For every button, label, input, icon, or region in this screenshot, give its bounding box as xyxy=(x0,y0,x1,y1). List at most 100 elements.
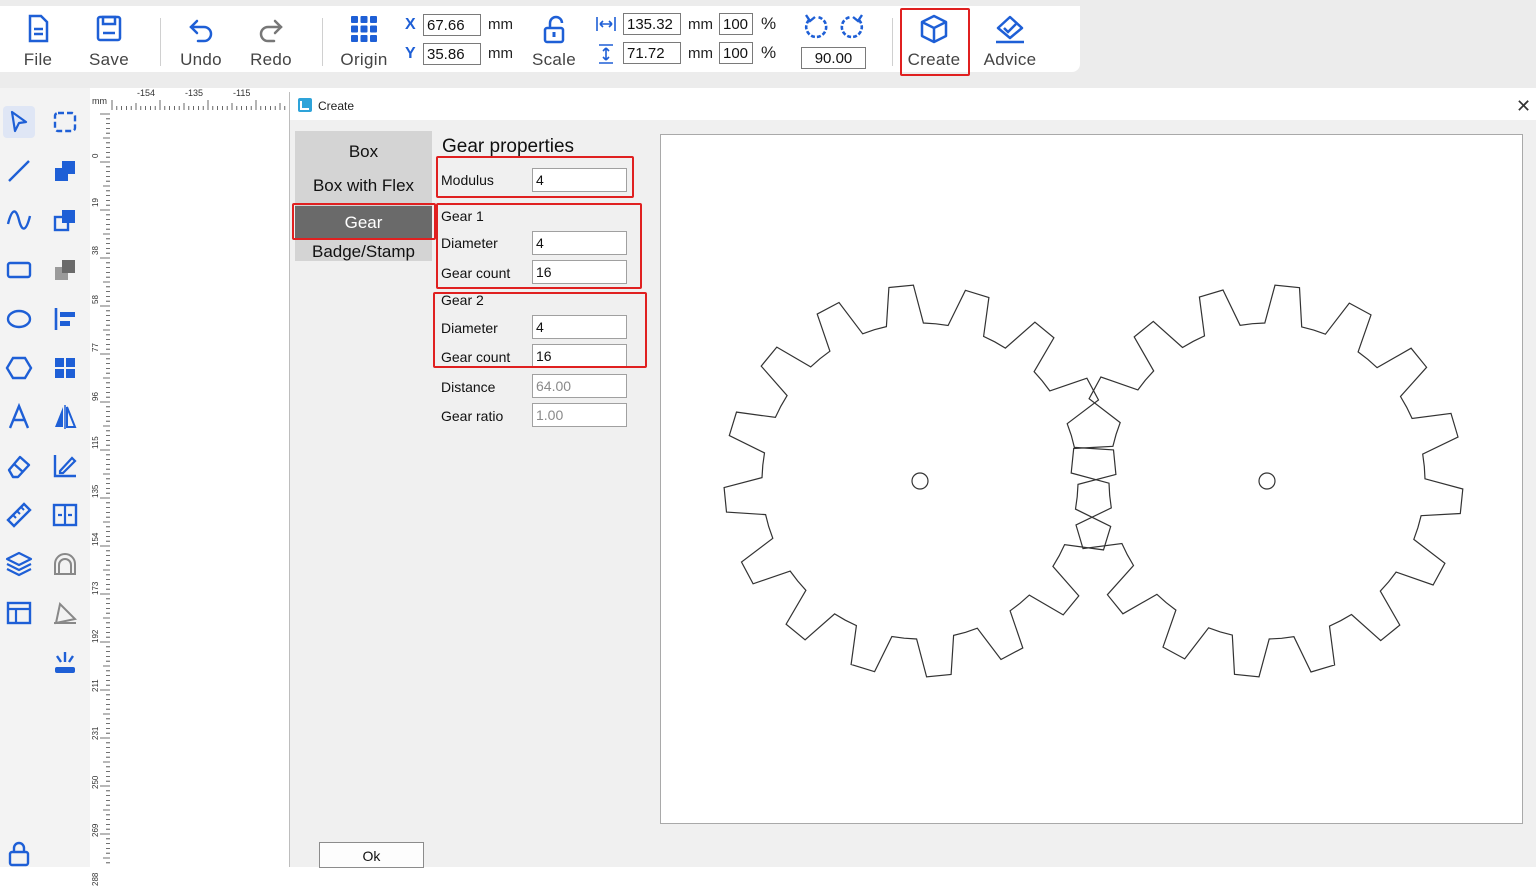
width-unit: mm xyxy=(688,16,713,33)
union-icon xyxy=(55,161,75,181)
ruler-left-label: 288 xyxy=(91,872,100,886)
file-icon xyxy=(28,14,49,43)
laser-tool[interactable] xyxy=(49,646,81,678)
ruler-top-label: -154 xyxy=(137,88,156,98)
ruler-left-label: 96 xyxy=(91,391,100,401)
advice-button[interactable]: Advice xyxy=(978,12,1042,72)
menu-item-badge-stamp[interactable]: Badge/Stamp xyxy=(295,242,432,262)
ruler-left-label: 115 xyxy=(91,436,100,449)
ruler-left-label: 269 xyxy=(91,823,100,837)
y-position-input[interactable]: 35.86 xyxy=(423,43,481,65)
lock-tool[interactable] xyxy=(3,837,35,869)
grid-icon xyxy=(55,358,75,378)
x-unit: mm xyxy=(488,16,513,33)
array-tool[interactable] xyxy=(49,499,81,531)
save-button[interactable]: Save xyxy=(77,12,141,72)
dialog-title: Create xyxy=(318,99,355,113)
toolbar-divider xyxy=(160,18,161,66)
toolbar-divider xyxy=(322,18,323,66)
ellipse-icon xyxy=(6,309,32,329)
arrange-tool[interactable] xyxy=(49,352,81,384)
offset-tool[interactable] xyxy=(49,548,81,580)
close-icon[interactable]: ✕ xyxy=(1516,96,1531,117)
file-label: File xyxy=(23,50,53,69)
undo-button[interactable]: Undo xyxy=(169,12,233,72)
intersect-tool[interactable] xyxy=(49,254,81,286)
text-icon xyxy=(8,402,30,429)
menu-item-box-with-flex[interactable]: Box with Flex xyxy=(295,176,432,196)
rotate-cw-icon[interactable] xyxy=(837,12,867,42)
text-tool[interactable] xyxy=(3,401,35,433)
rectangle-tool[interactable] xyxy=(3,254,35,286)
width-percent-sign: % xyxy=(761,14,777,33)
draw-tool[interactable] xyxy=(49,597,81,629)
node-edit-tool[interactable] xyxy=(49,106,81,138)
create-dialog: Create ✕ Box Box with Flex Gear Badge/St… xyxy=(289,92,1536,868)
ruler-left-label: 173 xyxy=(91,581,100,595)
rotation-input[interactable]: 90.00 xyxy=(801,47,866,69)
y-label: Y xyxy=(405,45,416,62)
eraser-tool[interactable] xyxy=(3,450,35,482)
mirror-icon xyxy=(55,405,77,429)
origin-button[interactable]: Origin xyxy=(332,12,396,72)
save-label: Save xyxy=(89,50,129,69)
ruler-left-label: 19 xyxy=(91,197,100,207)
menu-item-box[interactable]: Box xyxy=(295,142,432,162)
left-tool-panel xyxy=(0,88,90,867)
pointer-icon xyxy=(10,110,28,133)
layout-icon xyxy=(6,601,32,625)
width-percent-input[interactable]: 100 xyxy=(719,13,753,35)
select-tool[interactable] xyxy=(3,106,35,138)
dashed-rect-icon xyxy=(53,111,77,133)
align-left-icon xyxy=(54,308,75,330)
app-icon xyxy=(298,98,312,112)
ruler-unit: mm xyxy=(92,96,107,106)
ellipse-tool[interactable] xyxy=(3,303,35,335)
height-input[interactable]: 71.72 xyxy=(623,42,681,64)
ruler-left-label: 58 xyxy=(91,294,100,304)
gear-1-center-hole xyxy=(911,472,929,490)
line-icon xyxy=(8,160,30,182)
y-unit: mm xyxy=(488,45,513,62)
scale-lock-button[interactable]: Scale xyxy=(522,12,586,72)
curve-icon xyxy=(6,210,32,230)
gear-ratio-label: Gear ratio xyxy=(441,408,504,424)
toolbar-divider xyxy=(892,18,893,66)
distance-label: Distance xyxy=(441,379,496,395)
width-input[interactable]: 135.32 xyxy=(623,13,681,35)
redo-button[interactable]: Redo xyxy=(239,12,303,72)
height-percent-input[interactable]: 100 xyxy=(719,42,753,64)
polygon-tool[interactable] xyxy=(3,352,35,384)
curve-tool[interactable] xyxy=(3,204,35,236)
line-tool[interactable] xyxy=(3,155,35,187)
gear-properties-title: Gear properties xyxy=(442,136,575,157)
rotate-ccw-icon[interactable] xyxy=(801,12,831,42)
edit-path-tool[interactable] xyxy=(49,450,81,482)
layers-tool[interactable] xyxy=(3,548,35,580)
subtract-tool[interactable] xyxy=(49,204,81,236)
offset-icon xyxy=(54,553,76,575)
mirror-tool[interactable] xyxy=(49,401,81,433)
x-label: X xyxy=(405,16,416,33)
ok-button[interactable]: Ok xyxy=(319,842,424,868)
file-button[interactable]: File xyxy=(6,12,70,72)
lock-icon xyxy=(543,15,565,44)
undo-icon xyxy=(189,19,213,43)
gear2-highlight xyxy=(433,292,647,368)
save-icon xyxy=(96,15,122,42)
shape-menu: Box Box with Flex Gear Badge/Stamp xyxy=(295,131,432,261)
array-icon xyxy=(52,503,78,527)
measure-tool[interactable] xyxy=(3,499,35,531)
ruler-left-label: 250 xyxy=(91,775,100,789)
laser-icon xyxy=(55,652,75,673)
hexagon-icon xyxy=(5,356,33,380)
template-tool[interactable] xyxy=(3,597,35,629)
union-tool[interactable] xyxy=(49,155,81,187)
align-tool[interactable] xyxy=(49,303,81,335)
rectangle-icon xyxy=(6,261,32,279)
advice-icon xyxy=(996,15,1024,44)
dialog-titlebar: Create ✕ xyxy=(290,92,1536,120)
distance-input: 64.00 xyxy=(532,374,627,398)
modulus-highlight xyxy=(436,156,634,198)
x-position-input[interactable]: 67.66 xyxy=(423,14,481,36)
